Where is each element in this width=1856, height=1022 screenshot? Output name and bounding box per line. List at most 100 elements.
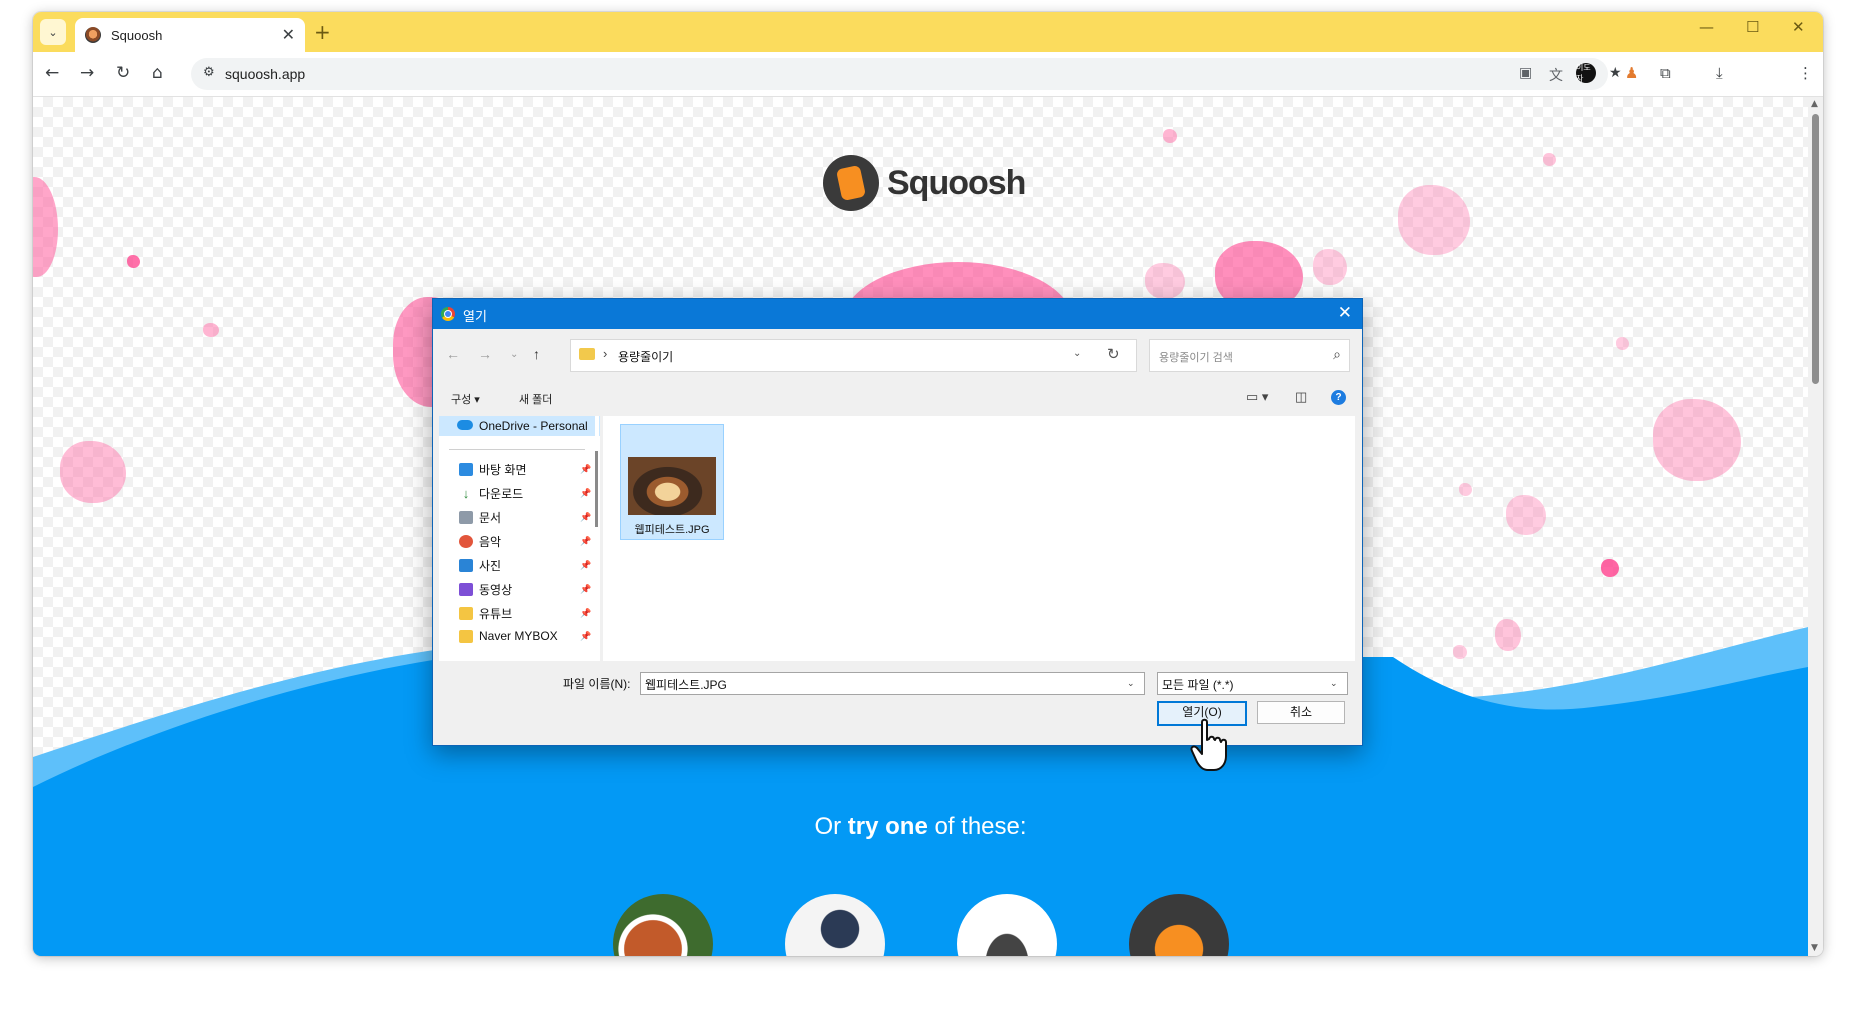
menu-icon[interactable]: ⋮ [1798, 64, 1813, 82]
tab-strip: ⌄ Squoosh ✕ + — ☐ ✕ [33, 12, 1823, 52]
up-icon[interactable]: ↑ [533, 346, 540, 362]
new-tab-icon[interactable]: + [314, 20, 331, 44]
command-bar: 구성 ▾ 새 폴더 ▭ ▾ ◫ ? [433, 383, 1362, 411]
home-icon[interactable]: ⌂ [152, 63, 163, 83]
sidebar-item-label: 음악 [479, 535, 502, 549]
sidebar-item-label: 바탕 화면 [479, 463, 527, 477]
filename-label: 파일 이름(N): [563, 677, 631, 691]
tab-squoosh[interactable]: Squoosh ✕ [75, 18, 305, 52]
view-options-icon[interactable]: ▭ ▾ [1246, 389, 1268, 405]
filename-value: 웹피테스트.JPG [645, 678, 727, 692]
window-close-icon[interactable]: ✕ [1792, 18, 1805, 36]
tab-title: Squoosh [111, 27, 163, 43]
sidebar-item-label: Naver MYBOX [479, 629, 558, 643]
sidebar-item-onedrive[interactable]: OneDrive - Personal [439, 416, 600, 436]
chevron-down-icon[interactable]: ⌄ [1127, 678, 1135, 689]
pin-icon: 📌 [580, 488, 592, 498]
search-placeholder: 용량줄이기 검색 [1159, 352, 1233, 364]
address-bar[interactable]: ⚙ squoosh.app ▣ 文 ◎ ★ [191, 58, 1622, 90]
sidebar-item-pictures[interactable]: 사진 📌 [459, 557, 591, 574]
chevron-down-icon[interactable]: ⌄ [510, 349, 518, 360]
picture-icon [459, 559, 473, 572]
filetype-select[interactable]: 모든 파일 (*.*) ⌄ [1157, 672, 1348, 695]
url-text: squoosh.app [225, 66, 306, 82]
minimize-icon[interactable]: — [1699, 18, 1714, 36]
close-icon[interactable]: ✕ [1338, 303, 1352, 323]
folder-icon [579, 348, 595, 360]
extension-icon[interactable]: ♟ [1625, 64, 1638, 82]
nav-divider [449, 449, 585, 450]
tab-search-icon[interactable]: ⌄ [40, 19, 66, 45]
sidebar-item-label: 유튜브 [479, 607, 513, 621]
maximize-icon[interactable]: ☐ [1746, 18, 1759, 36]
pin-icon: 📌 [580, 512, 592, 522]
sidebar-item-music[interactable]: 음악 📌 [459, 533, 591, 550]
breadcrumb-separator: › [603, 346, 608, 361]
chrome-icon [441, 307, 455, 321]
forward-icon[interactable]: → [80, 63, 94, 83]
sidebar-item-naver-mybox[interactable]: Naver MYBOX 📌 [459, 629, 591, 643]
music-icon [459, 535, 473, 548]
scroll-up-icon[interactable]: ▲ [1811, 99, 1818, 109]
close-icon[interactable]: ✕ [282, 25, 295, 44]
pin-icon: 📌 [580, 608, 592, 618]
file-thumbnail [628, 457, 716, 515]
or-try-heading: Or try one of these: [814, 813, 1027, 840]
search-icon: ⌕ [1333, 346, 1341, 362]
filetype-value: 모든 파일 (*.*) [1162, 678, 1234, 692]
browser-toolbar: ← → ↻ ⌂ ⚙ squoosh.app ▣ 文 ◎ ★ ♟ ⧉ ⤓ 이도자 … [33, 52, 1823, 97]
refresh-icon[interactable]: ↻ [1107, 345, 1120, 363]
install-icon[interactable]: ▣ [1519, 65, 1532, 81]
forward-icon[interactable]: → [478, 346, 492, 362]
pin-icon: 📌 [580, 584, 592, 594]
breadcrumb[interactable]: 용량줄이기 [618, 348, 673, 365]
file-item-selected[interactable]: 웹피테스트.JPG [620, 424, 724, 540]
pin-icon: 📌 [580, 464, 592, 474]
sidebar-item-videos[interactable]: 동영상 📌 [459, 581, 591, 598]
chevron-down-icon[interactable]: ⌄ [1330, 678, 1338, 689]
new-folder-button[interactable]: 새 폴더 [519, 391, 552, 407]
pin-icon: 📌 [580, 630, 592, 641]
back-icon[interactable]: ← [446, 346, 460, 362]
sidebar-item-desktop[interactable]: 바탕 화면 📌 [459, 461, 591, 478]
organize-button[interactable]: 구성 ▾ [451, 391, 480, 407]
cloud-icon [457, 420, 473, 430]
site-info-icon[interactable]: ⚙ [203, 65, 215, 80]
search-input[interactable]: 용량줄이기 검색 ⌕ [1149, 339, 1350, 372]
sidebar-item-label: 사진 [479, 559, 502, 573]
address-bar[interactable]: › 용량줄이기 ⌄ ↻ [570, 339, 1137, 372]
squoosh-favicon-icon [85, 27, 101, 43]
download-icon: ↓ [462, 486, 470, 501]
scroll-thumb[interactable] [595, 451, 598, 527]
reload-icon[interactable]: ↻ [116, 63, 130, 83]
dialog-titlebar: 열기 ✕ [433, 299, 1362, 329]
scroll-down-icon[interactable]: ▼ [1811, 943, 1818, 953]
nav-scrollbar[interactable] [595, 416, 599, 661]
sidebar-item-youtube[interactable]: 유튜브 📌 [459, 605, 591, 622]
page-scrollbar[interactable]: ▲ ▼ [1808, 97, 1823, 956]
profile-avatar[interactable]: 이도자 [1576, 63, 1596, 83]
desktop-icon [459, 463, 473, 476]
file-list: 웹피테스트.JPG [603, 416, 1355, 661]
sidebar-item-documents[interactable]: 문서 📌 [459, 509, 591, 526]
cancel-button[interactable]: 취소 [1257, 701, 1345, 724]
pin-icon: 📌 [580, 536, 592, 546]
open-file-dialog: 열기 ✕ ← → ⌄ ↑ › 용량줄이기 ⌄ ↻ 용량줄이기 검색 ⌕ 구성 ▾… [432, 298, 1363, 746]
back-icon[interactable]: ← [45, 63, 59, 83]
chevron-down-icon[interactable]: ⌄ [1073, 348, 1081, 359]
star-icon[interactable]: ★ [1609, 65, 1622, 81]
translate-icon[interactable]: 文 [1549, 65, 1563, 85]
folder-icon [459, 607, 473, 620]
puzzle-icon[interactable]: ⧉ [1660, 64, 1671, 82]
preview-pane-icon[interactable]: ◫ [1295, 389, 1307, 405]
help-icon[interactable]: ? [1331, 390, 1346, 405]
file-name: 웹피테스트.JPG [634, 524, 710, 536]
sidebar-item-downloads[interactable]: ↓ 다운로드 📌 [459, 485, 591, 502]
scroll-thumb[interactable] [1812, 114, 1819, 384]
pin-icon: 📌 [580, 560, 592, 570]
video-icon [459, 583, 473, 596]
sidebar-item-label: 문서 [479, 511, 502, 525]
filename-field[interactable]: 웹피테스트.JPG ⌄ [640, 672, 1145, 695]
hand-cursor-icon [1190, 718, 1227, 771]
download-icon[interactable]: ⤓ [1716, 64, 1723, 82]
